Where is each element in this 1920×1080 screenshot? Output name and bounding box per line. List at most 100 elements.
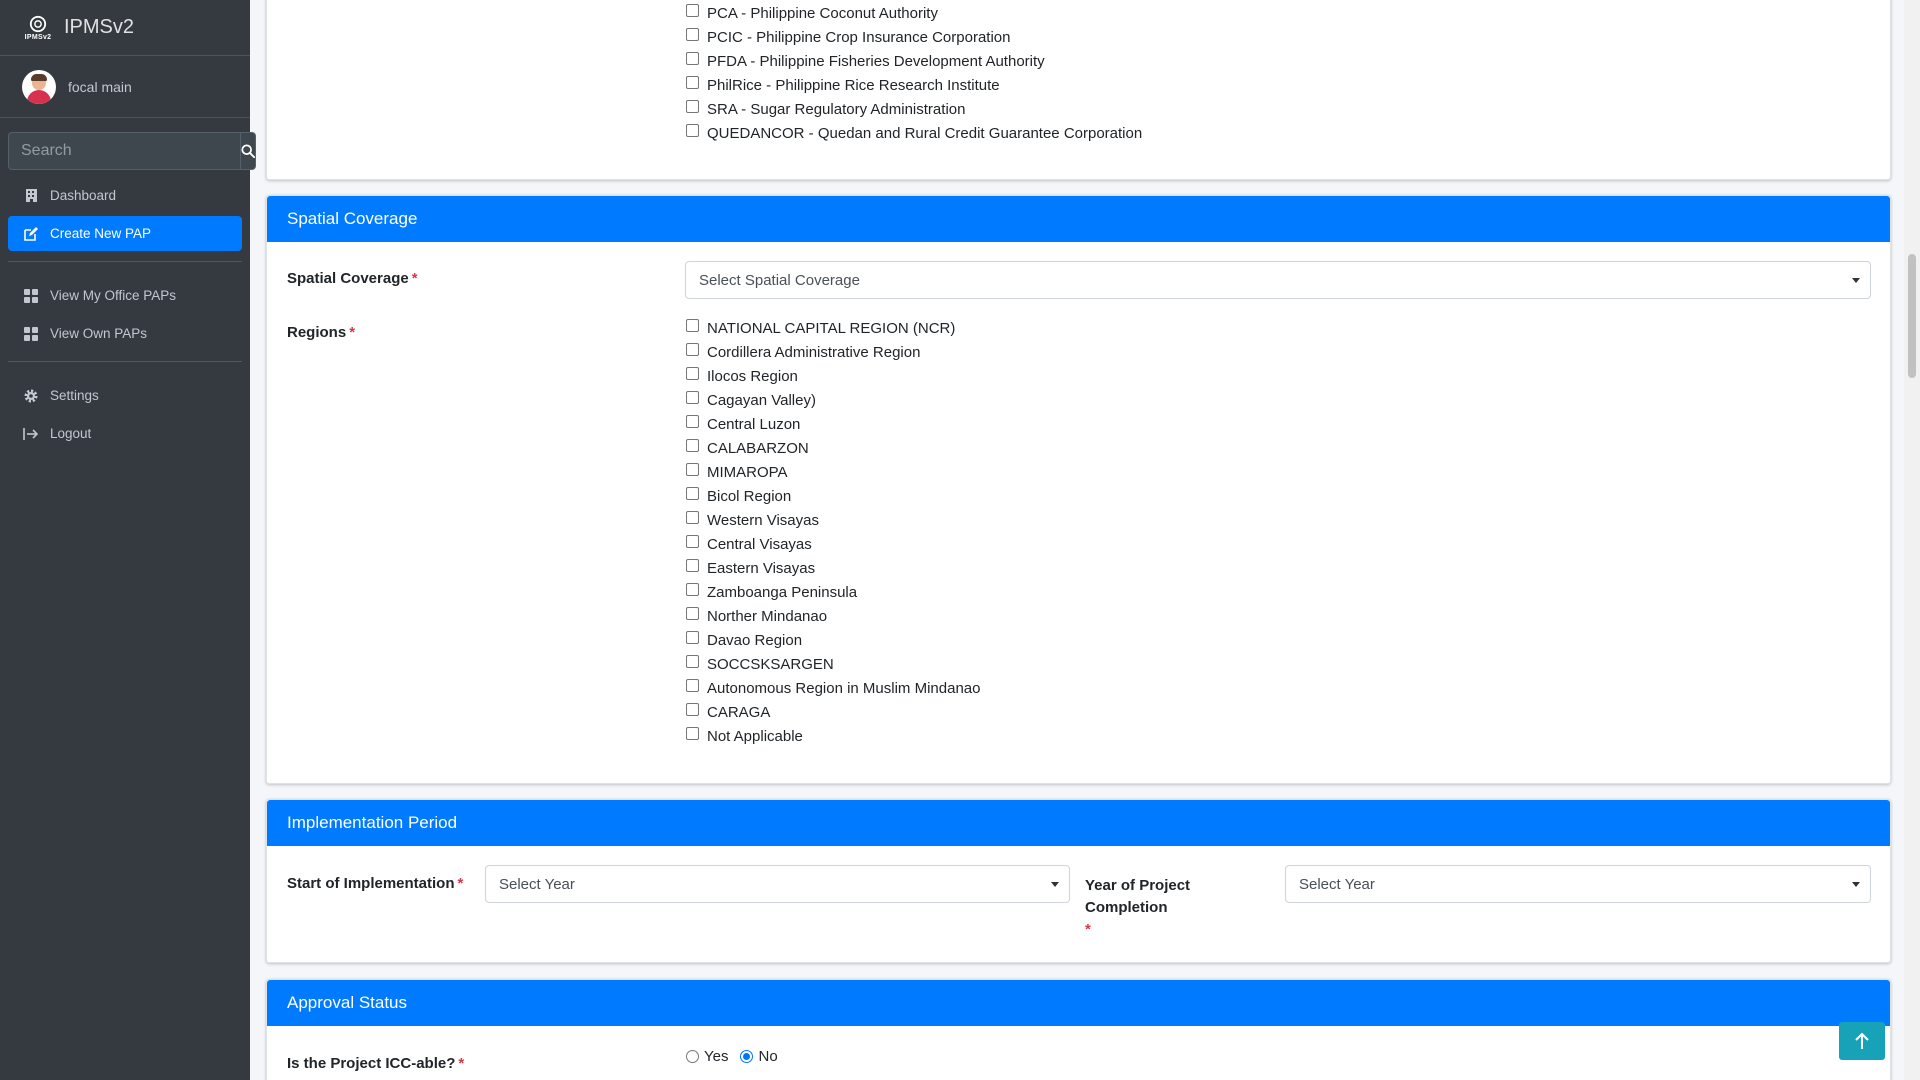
region-option[interactable]: MIMAROPA	[686, 460, 980, 484]
region-label: Norther Mindanao	[707, 607, 828, 625]
brand-name: IPMSv2	[64, 16, 135, 38]
sidebar-nav-account: Settings Logout	[0, 378, 250, 451]
region-option[interactable]: Central Visayas	[686, 532, 980, 556]
region-label: Eastern Visayas	[707, 559, 816, 577]
logout-icon	[22, 425, 40, 443]
checkbox[interactable]	[686, 124, 699, 137]
region-option[interactable]: SOCCSKSARGEN	[686, 652, 980, 676]
scrollbar-thumb[interactable]	[1908, 254, 1916, 378]
checkbox[interactable]	[686, 4, 699, 17]
agency-option[interactable]: SRA - Sugar Regulatory Administration	[686, 97, 1142, 121]
sidebar-item-label: Logout	[50, 426, 92, 441]
sidebar-item-logout[interactable]: Logout	[8, 416, 242, 451]
region-option[interactable]: Ilocos Region	[686, 364, 980, 388]
region-label: CALABARZON	[707, 439, 809, 457]
yes-label[interactable]: Yes	[704, 1048, 728, 1065]
region-option[interactable]: Western Visayas	[686, 508, 980, 532]
approval-status-card: Approval Status Is the Project ICC-able?…	[266, 979, 1891, 1080]
checkbox[interactable]	[686, 679, 699, 692]
user-panel[interactable]: focal main	[0, 56, 250, 118]
sidebar-nav-paps: View My Office PAPs View Own PAPs	[0, 278, 250, 351]
region-label: Autonomous Region in Muslim Mindanao	[707, 679, 981, 697]
checkbox[interactable]	[686, 655, 699, 668]
checkbox[interactable]	[686, 487, 699, 500]
checkbox[interactable]	[686, 607, 699, 620]
agencies-card: PCA - Philippine Coconut Authority PCIC …	[266, 0, 1891, 180]
checkbox[interactable]	[686, 631, 699, 644]
checkbox[interactable]	[686, 559, 699, 572]
icc-able-radio-group: Yes No	[686, 1048, 778, 1065]
checkbox[interactable]	[686, 415, 699, 428]
back-to-top-button[interactable]	[1839, 1022, 1885, 1060]
no-radio[interactable]	[740, 1050, 754, 1063]
checkbox[interactable]	[686, 463, 699, 476]
agency-option[interactable]: PhilRice - Philippine Rice Research Inst…	[686, 73, 1142, 97]
sidebar-item-dashboard[interactable]: Dashboard	[8, 178, 242, 213]
region-label: Central Luzon	[707, 415, 801, 433]
region-label: Zamboanga Peninsula	[707, 583, 858, 601]
checkbox[interactable]	[686, 727, 699, 740]
sidebar-item-label: Settings	[50, 388, 99, 403]
checkbox[interactable]	[686, 28, 699, 41]
user-name[interactable]: focal main	[68, 79, 132, 95]
no-label[interactable]: No	[758, 1048, 777, 1065]
region-option[interactable]: Norther Mindanao	[686, 604, 980, 628]
region-label: Cordillera Administrative Region	[707, 343, 921, 361]
spatial-coverage-select[interactable]: Select Spatial Coverage	[685, 261, 1871, 299]
spatial-coverage-card: Spatial Coverage Spatial Coverage * Selec…	[266, 195, 1891, 784]
checkbox[interactable]	[686, 535, 699, 548]
checkbox[interactable]	[686, 583, 699, 596]
main-content: PCA - Philippine Coconut Authority PCIC …	[250, 0, 1904, 1080]
agency-option[interactable]: PFDA - Philippine Fisheries Development …	[686, 49, 1142, 73]
region-label: SOCCSKSARGEN	[707, 655, 834, 673]
sidebar: IPMSv2 IPMSv2 focal main Dashboard	[0, 0, 256, 1080]
checkbox[interactable]	[686, 367, 699, 380]
region-option[interactable]: NATIONAL CAPITAL REGION (NCR)	[686, 316, 980, 340]
search-input[interactable]	[8, 132, 240, 170]
region-option[interactable]: CALABARZON	[686, 436, 980, 460]
arrow-up-icon	[1855, 1032, 1869, 1049]
sidebar-item-create-new-pap[interactable]: Create New PAP	[8, 216, 242, 251]
checkbox[interactable]	[686, 391, 699, 404]
agency-option[interactable]: PCIC - Philippine Crop Insurance Corpora…	[686, 25, 1142, 49]
yes-radio[interactable]	[686, 1050, 699, 1063]
region-label: Cagayan Valley)	[707, 391, 816, 409]
checkbox[interactable]	[686, 100, 699, 113]
chevron-down-icon	[1852, 882, 1860, 887]
region-option[interactable]: Central Luzon	[686, 412, 980, 436]
region-label: NATIONAL CAPITAL REGION (NCR)	[707, 319, 956, 337]
checkbox[interactable]	[686, 319, 699, 332]
sidebar-item-view-own-paps[interactable]: View Own PAPs	[8, 316, 242, 351]
region-label: Bicol Region	[707, 487, 792, 505]
agency-option[interactable]: QUEDANCOR - Quedan and Rural Credit Guar…	[686, 121, 1142, 145]
icc-able-label: Is the Project ICC-able? *	[287, 1055, 465, 1072]
region-option[interactable]: Eastern Visayas	[686, 556, 980, 580]
agency-option[interactable]: PCA - Philippine Coconut Authority	[686, 1, 1142, 25]
region-option[interactable]: Davao Region	[686, 628, 980, 652]
building-icon	[22, 187, 40, 205]
checkbox[interactable]	[686, 511, 699, 524]
sidebar-item-label: View My Office PAPs	[50, 288, 177, 303]
region-option[interactable]: Cordillera Administrative Region	[686, 340, 980, 364]
sidebar-item-settings[interactable]: Settings	[8, 378, 242, 413]
region-option[interactable]: Autonomous Region in Muslim Mindanao	[686, 676, 980, 700]
page-scrollbar[interactable]	[1904, 0, 1920, 1080]
sidebar-item-view-my-office-paps[interactable]: View My Office PAPs	[8, 278, 242, 313]
checkbox[interactable]	[686, 76, 699, 89]
region-option[interactable]: Zamboanga Peninsula	[686, 580, 980, 604]
region-label: Ilocos Region	[707, 367, 798, 385]
region-option[interactable]: Not Applicable	[686, 724, 980, 748]
checkbox[interactable]	[686, 703, 699, 716]
region-option[interactable]: Bicol Region	[686, 484, 980, 508]
start-year-select[interactable]: Select Year	[485, 865, 1070, 903]
checkbox[interactable]	[686, 439, 699, 452]
region-option[interactable]: CARAGA	[686, 700, 980, 724]
brand-link[interactable]: IPMSv2 IPMSv2	[0, 0, 250, 56]
checkbox[interactable]	[686, 343, 699, 356]
sidebar-item-label: Dashboard	[50, 188, 117, 203]
checkbox[interactable]	[686, 52, 699, 65]
spatial-coverage-label: Spatial Coverage *	[287, 270, 418, 287]
completion-year-select[interactable]: Select Year	[1285, 865, 1871, 903]
region-option[interactable]: Cagayan Valley)	[686, 388, 980, 412]
start-implementation-label: Start of Implementation *	[287, 875, 464, 892]
